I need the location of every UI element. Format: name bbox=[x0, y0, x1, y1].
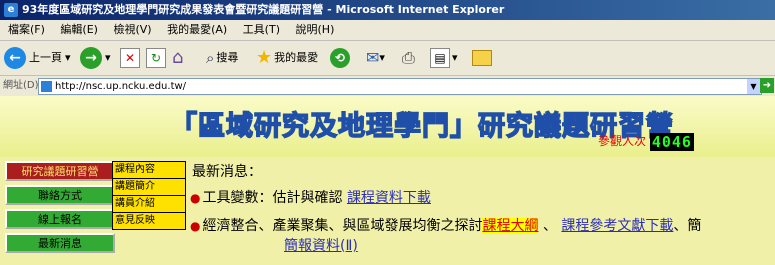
address-label: 網址(D) bbox=[3, 80, 39, 91]
menu-bar: 檔案(F) 編輯(E) 檢視(V) 我的最愛(A) 工具(T) 說明(H) bbox=[0, 20, 775, 41]
news-item: ● 經濟整合、產業聚集、與區域發展均衡之探討課程大綱 、 課程參考文獻下載、簡 bbox=[190, 218, 702, 234]
nav-item-workshop[interactable]: 研究議題研習營 bbox=[5, 161, 115, 181]
workshop-submenu: 課程內容 講題簡介 講員介紹 意見反映 bbox=[112, 161, 186, 230]
visitors-count: 4046 bbox=[649, 132, 694, 151]
syllabus-link[interactable]: 課程大綱 bbox=[482, 218, 539, 234]
history-button[interactable]: ⟲ bbox=[330, 46, 353, 70]
folder-icon bbox=[472, 50, 492, 66]
visitors-label: 參觀人次 bbox=[598, 134, 647, 148]
window-title-bar: e 93年度區域研究及地理學門研究成果發表會暨研究議題研習營 - Microsof… bbox=[0, 0, 775, 20]
search-icon: ⌕ bbox=[206, 49, 215, 67]
bullet-icon: ● bbox=[190, 191, 201, 205]
star-icon: ★ bbox=[256, 47, 273, 68]
refresh-button[interactable]: ↻ bbox=[146, 46, 166, 70]
print-button[interactable]: ⎙ bbox=[402, 46, 415, 70]
edit-button[interactable]: ▤ ▾ bbox=[430, 46, 458, 70]
back-arrow-icon: ← bbox=[4, 47, 26, 69]
submenu-speaker-intro[interactable]: 講員介紹 bbox=[113, 196, 185, 213]
menu-tools[interactable]: 工具(T) bbox=[243, 23, 280, 36]
favorites-button[interactable]: ★ 我的最愛 bbox=[256, 46, 318, 70]
nav-item-register[interactable]: 線上報名 bbox=[5, 209, 115, 229]
address-input[interactable]: http://nsc.up.ncku.edu.tw/ ▼ bbox=[38, 78, 762, 95]
address-dropdown-icon[interactable]: ▼ bbox=[747, 79, 760, 94]
left-nav: 研究議題研習營 聯絡方式 線上報名 最新消息 bbox=[5, 161, 115, 257]
banner: 「區域研究及地理學門」研究議題研習營 參觀人次 4046 bbox=[0, 96, 775, 157]
submenu-feedback[interactable]: 意見反映 bbox=[113, 213, 185, 229]
folder-button[interactable] bbox=[472, 46, 492, 70]
edit-page-icon: ▤ bbox=[430, 48, 450, 68]
ie-icon: e bbox=[4, 3, 18, 17]
stop-icon: ✕ bbox=[120, 48, 140, 68]
bullet-icon: ● bbox=[190, 219, 201, 233]
back-button[interactable]: ← 上一頁 ▾ bbox=[4, 46, 71, 70]
submenu-topic-intro[interactable]: 講題簡介 bbox=[113, 179, 185, 196]
print-icon: ⎙ bbox=[402, 48, 415, 67]
slides-2-link[interactable]: 簡報資料(Ⅱ) bbox=[284, 238, 358, 254]
menu-edit[interactable]: 編輯(E) bbox=[60, 23, 98, 36]
refresh-icon: ↻ bbox=[146, 48, 166, 68]
mail-icon: ✉ bbox=[366, 48, 380, 67]
truncated-text: 簡 bbox=[687, 218, 702, 234]
course-materials-download-link[interactable]: 課程資料下載 bbox=[347, 190, 431, 206]
menu-view[interactable]: 檢視(V) bbox=[113, 23, 151, 36]
toolbar: ← 上一頁 ▾ → ▾ ✕ ↻ ⌂ ⌕ 搜尋 ★ 我的最愛 ⟲ ✉ ▾ ⎙ ▤ … bbox=[0, 41, 775, 76]
dropdown-arrow-icon: ▾ bbox=[105, 51, 111, 64]
menu-help[interactable]: 說明(H) bbox=[296, 23, 335, 36]
go-arrow-icon: ➜ bbox=[762, 80, 772, 91]
page-icon bbox=[41, 81, 52, 92]
stop-button[interactable]: ✕ bbox=[120, 46, 140, 70]
mail-button[interactable]: ✉ ▾ bbox=[366, 46, 385, 70]
home-icon: ⌂ bbox=[172, 47, 184, 68]
submenu-course-content[interactable]: 課程內容 bbox=[113, 162, 185, 179]
window-title: 93年度區域研究及地理學門研究成果發表會暨研究議題研習營 - Microsoft… bbox=[22, 3, 505, 16]
news-heading: 最新消息： bbox=[192, 164, 262, 180]
menu-file[interactable]: 檔案(F) bbox=[8, 23, 45, 36]
menu-favorites[interactable]: 我的最愛(A) bbox=[167, 23, 227, 36]
forward-button[interactable]: → ▾ bbox=[80, 46, 111, 70]
nav-item-contact[interactable]: 聯絡方式 bbox=[5, 185, 115, 205]
history-icon: ⟲ bbox=[330, 48, 350, 68]
dropdown-arrow-icon: ▾ bbox=[452, 51, 458, 64]
forward-arrow-icon: → bbox=[80, 47, 102, 69]
references-download-link[interactable]: 課程參考文獻下載 bbox=[561, 218, 673, 234]
nav-item-news[interactable]: 最新消息 bbox=[5, 233, 115, 253]
news-item-continued: 簡報資料(Ⅱ) bbox=[284, 235, 358, 255]
page-content: 「區域研究及地理學門」研究議題研習營 參觀人次 4046 研究議題研習營 聯絡方… bbox=[0, 96, 775, 265]
search-button[interactable]: ⌕ 搜尋 bbox=[206, 46, 238, 70]
dropdown-arrow-icon: ▾ bbox=[65, 51, 71, 64]
go-button[interactable]: ➜ bbox=[760, 78, 774, 93]
visitor-counter: 參觀人次 4046 bbox=[598, 132, 694, 151]
home-button[interactable]: ⌂ bbox=[172, 46, 183, 70]
news-item: ● 工具變數：估計與確認 課程資料下載 bbox=[190, 190, 431, 206]
dropdown-arrow-icon: ▾ bbox=[379, 51, 385, 64]
address-bar: 網址(D) http://nsc.up.ncku.edu.tw/ ▼ ➜ bbox=[0, 76, 775, 96]
